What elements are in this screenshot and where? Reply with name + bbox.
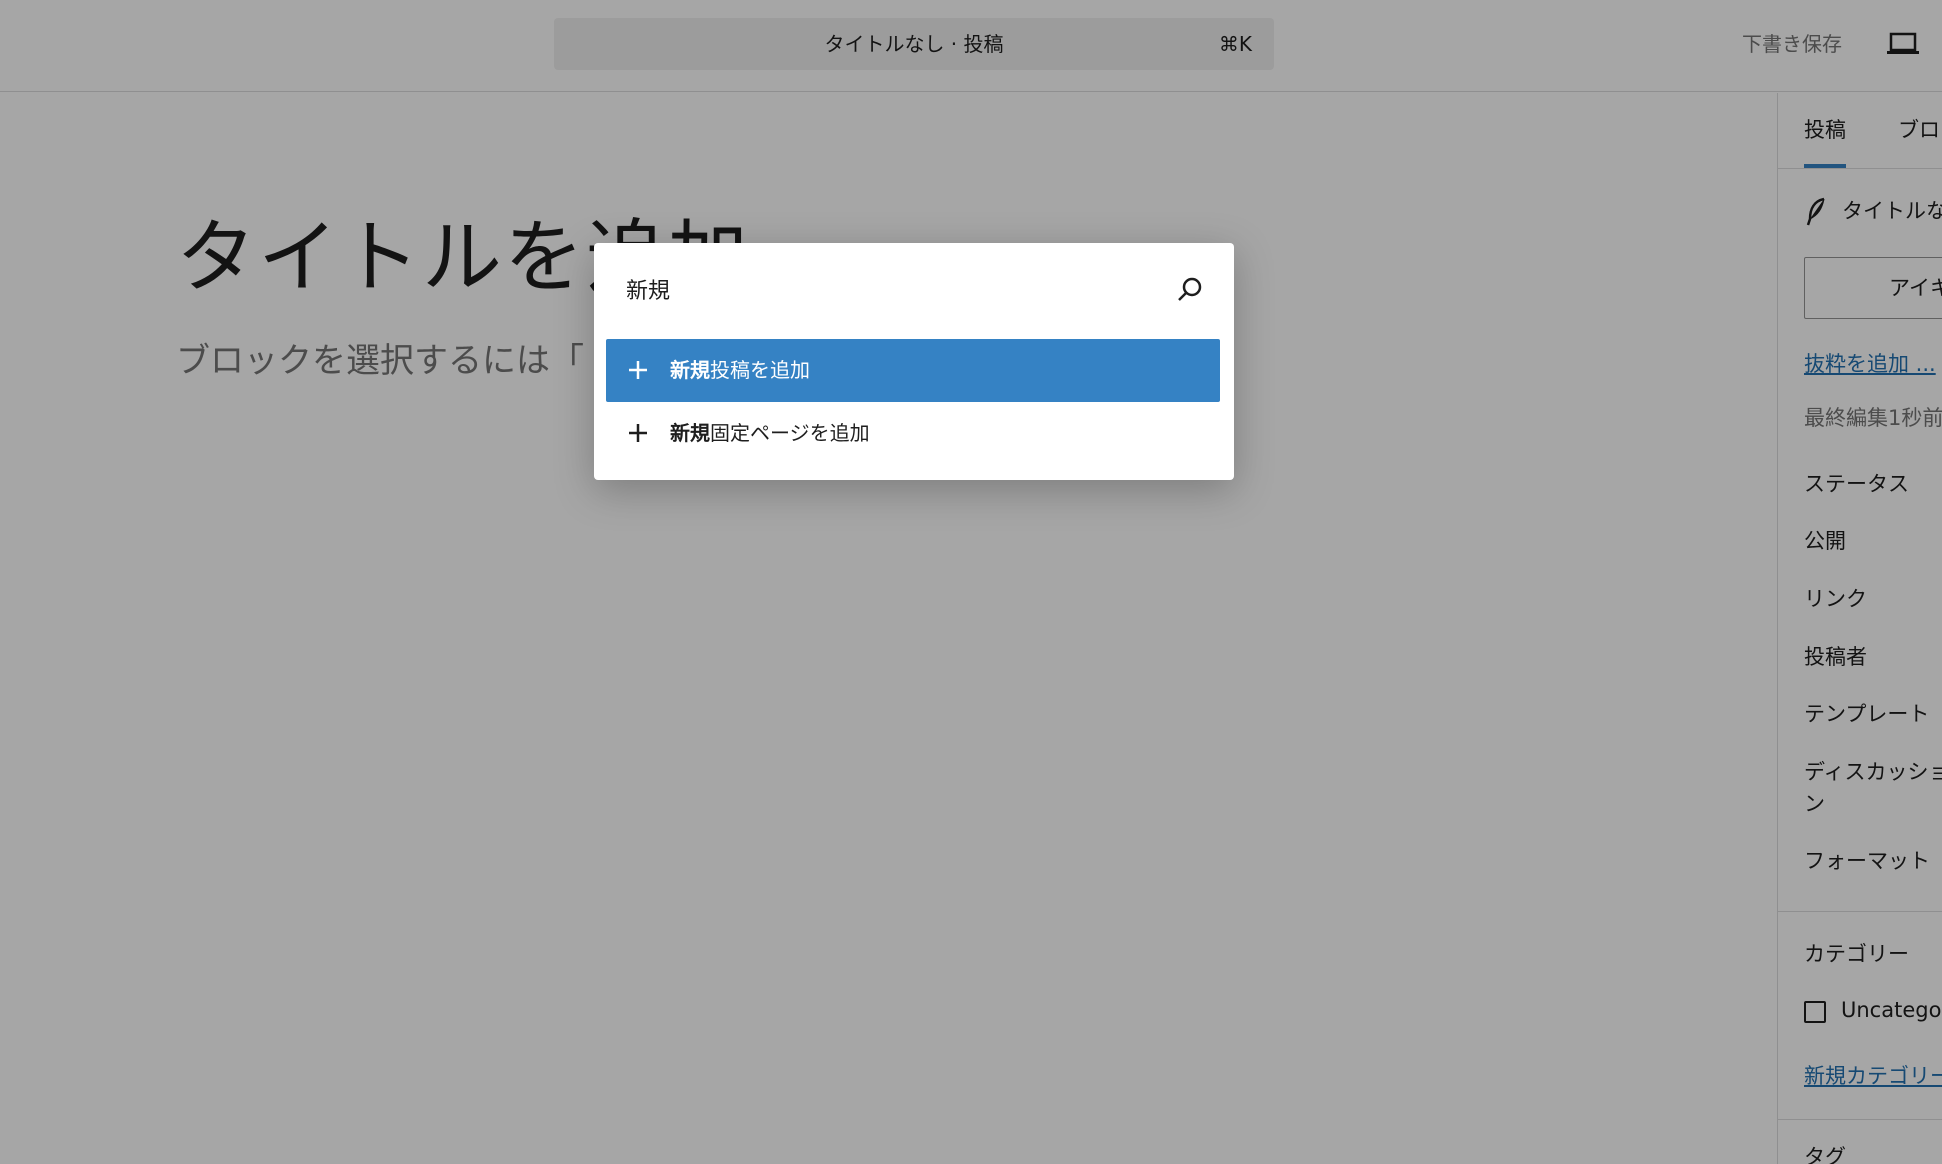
command-label: 新規固定ページを追加 (670, 402, 870, 465)
search-icon (1176, 275, 1204, 303)
command-label: 新規投稿を追加 (670, 339, 810, 402)
command-add-new-post[interactable]: 新規投稿を追加 (606, 339, 1220, 402)
command-label-rest: 投稿を追加 (710, 358, 810, 382)
command-label-match: 新規 (670, 358, 710, 382)
plus-icon (626, 421, 650, 445)
command-label-match: 新規 (670, 421, 710, 445)
command-palette: 新規投稿を追加 新規固定ページを追加 (594, 243, 1234, 480)
plus-icon (626, 358, 650, 382)
command-label-rest: 固定ページを追加 (710, 421, 870, 445)
command-add-new-page[interactable]: 新規固定ページを追加 (606, 402, 1220, 465)
command-search-input[interactable] (594, 243, 1234, 335)
modal-overlay[interactable] (0, 0, 1942, 1164)
